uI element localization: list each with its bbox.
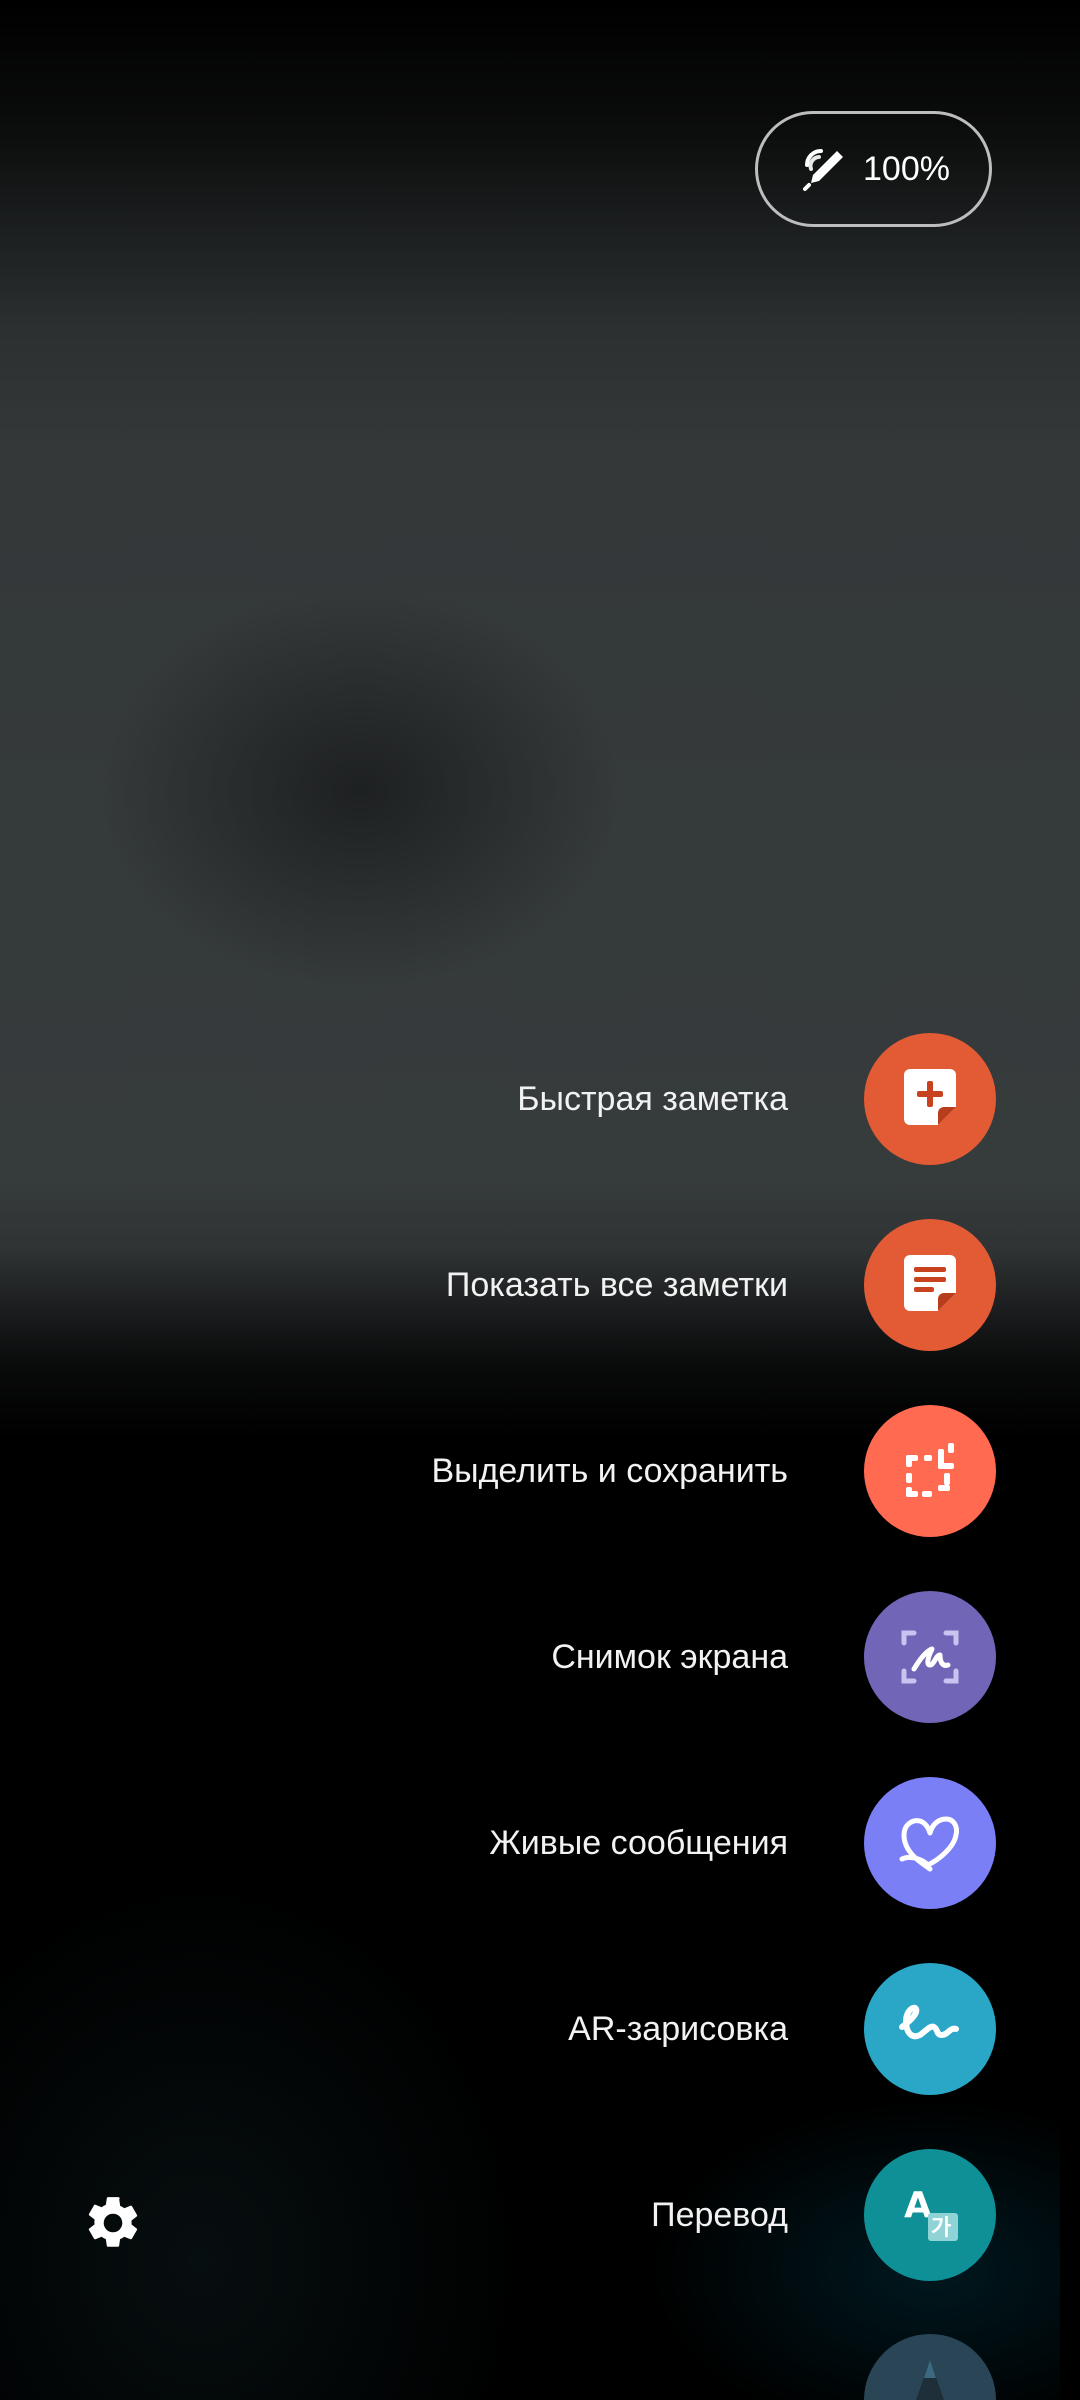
translate-icon: A 가 [904,2185,958,2241]
menu-item-ar-doodle[interactable]: AR-зарисовка [568,1963,996,2095]
settings-button[interactable] [82,2192,144,2254]
menu-item-label: AR-зарисовка [568,2009,788,2048]
translate-button[interactable]: A 가 [864,2149,996,2281]
quick-note-icon [904,1069,956,1125]
screen-write-button[interactable] [864,1591,996,1723]
menu-item-label: Живые сообщения [489,1823,788,1862]
notes-list-icon [904,1255,956,1311]
ar-doodle-icon [899,2004,959,2040]
svg-text:가: 가 [931,2216,951,2241]
menu-item-live-message[interactable]: Живые сообщения [489,1777,996,1909]
menu-item-label: Показать все заметки [445,1265,788,1304]
menu-item-label: Снимок экрана [551,1637,788,1676]
menu-item-translate[interactable]: Перевод A 가 [651,2149,996,2281]
gear-icon [88,2197,138,2247]
screen-write-icon [901,1630,959,1684]
spen-battery-indicator: 100% [755,111,992,227]
smart-select-icon [906,1443,954,1497]
smart-select-button[interactable] [864,1405,996,1537]
notes-list-button[interactable] [864,1219,996,1351]
menu-item-smart-select[interactable]: Выделить и сохранить [431,1405,996,1537]
menu-item-label: Выделить и сохранить [431,1451,788,1490]
menu-item-quick-note[interactable]: Быстрая заметка [517,1033,996,1165]
quick-note-button[interactable] [864,1033,996,1165]
live-message-button[interactable] [864,1777,996,1909]
battery-percent: 100% [863,149,950,188]
menu-item-show-all-notes[interactable]: Показать все заметки [446,1219,996,1351]
ar-doodle-button[interactable] [864,1963,996,2095]
menu-item-screenshot[interactable]: Снимок экрана [551,1591,996,1723]
svg-text:A: A [904,2185,932,2226]
menu-item-label: Перевод [651,2195,788,2234]
live-message-heart-icon [899,1816,959,1872]
spen-pen-icon [803,149,844,191]
menu-item-label: Быстрая заметка [517,1079,788,1118]
